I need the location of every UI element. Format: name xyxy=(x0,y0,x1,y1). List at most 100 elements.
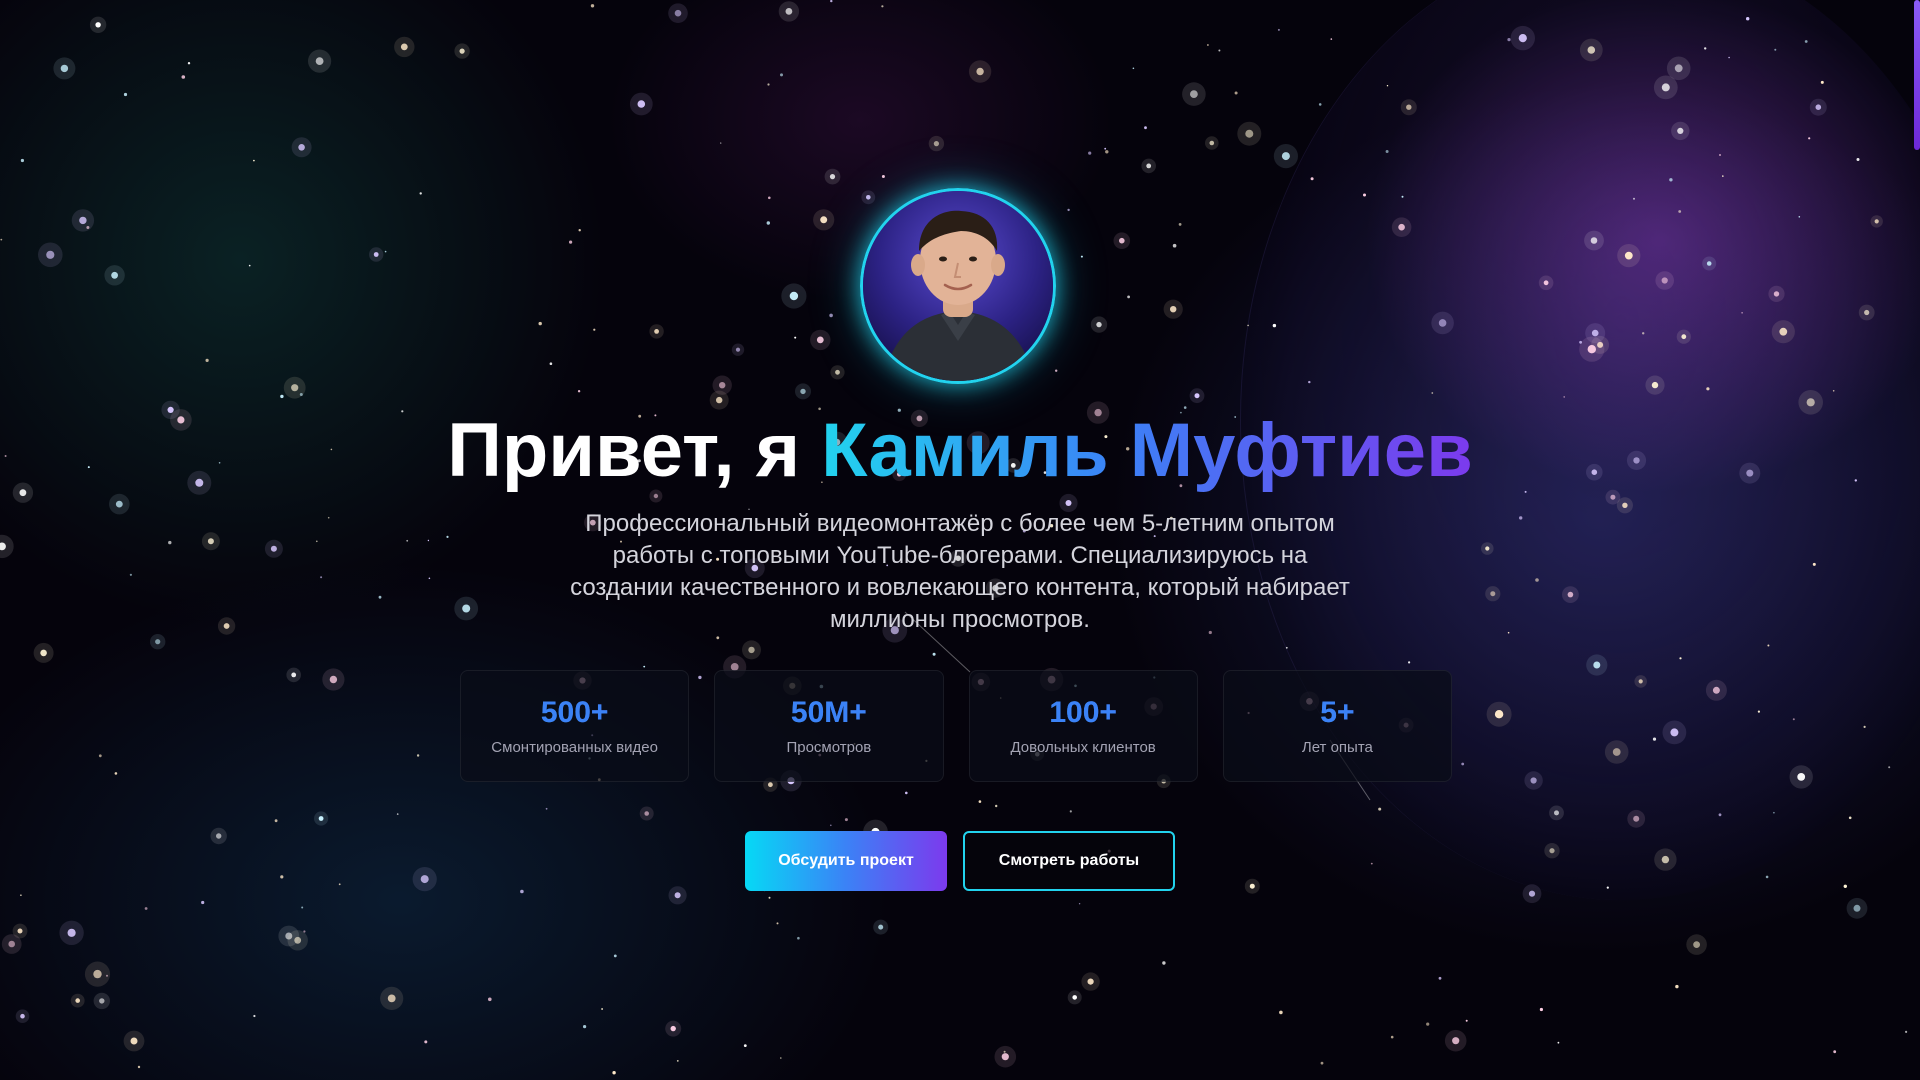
avatar xyxy=(860,188,1056,384)
star xyxy=(881,175,885,178)
star xyxy=(373,252,379,257)
star xyxy=(155,639,161,645)
star xyxy=(1642,332,1645,335)
star xyxy=(569,240,573,244)
star xyxy=(549,362,553,366)
star xyxy=(1281,152,1290,161)
star xyxy=(1385,150,1389,153)
star xyxy=(1207,44,1209,46)
star xyxy=(1591,329,1599,337)
star xyxy=(1438,319,1447,327)
star xyxy=(1072,995,1077,1000)
star xyxy=(545,807,548,810)
star xyxy=(253,1014,256,1018)
star xyxy=(446,535,449,539)
star xyxy=(40,649,47,657)
star xyxy=(1832,390,1835,392)
star xyxy=(1741,312,1743,314)
star xyxy=(1712,686,1720,694)
star xyxy=(1318,103,1322,106)
star xyxy=(1557,1041,1560,1044)
star xyxy=(1590,237,1598,244)
scrollbar-thumb[interactable] xyxy=(1914,0,1920,150)
star xyxy=(976,67,984,76)
star xyxy=(1170,306,1177,313)
star xyxy=(318,816,324,821)
star xyxy=(419,192,422,195)
star xyxy=(1144,126,1147,130)
star xyxy=(1774,48,1777,51)
star xyxy=(1815,104,1822,110)
star xyxy=(1330,38,1333,40)
star xyxy=(46,250,55,259)
star xyxy=(1378,807,1382,811)
star xyxy=(1535,578,1539,582)
star xyxy=(905,791,908,795)
star xyxy=(428,577,431,580)
star xyxy=(1277,28,1280,31)
star xyxy=(248,264,251,267)
star xyxy=(316,540,318,543)
discuss-project-button[interactable]: Обсудить проект xyxy=(745,831,947,891)
star xyxy=(1833,1050,1837,1054)
star xyxy=(406,539,409,542)
star xyxy=(1178,223,1182,226)
star xyxy=(1363,193,1366,197)
star xyxy=(291,384,299,392)
star xyxy=(878,924,884,930)
star xyxy=(1554,810,1559,816)
star xyxy=(20,158,24,163)
star xyxy=(590,4,595,8)
star xyxy=(1863,725,1866,729)
star xyxy=(1245,129,1254,138)
star xyxy=(1218,49,1221,52)
star xyxy=(329,675,338,684)
star xyxy=(416,754,420,757)
star xyxy=(1119,237,1125,244)
star xyxy=(1285,646,1288,649)
star xyxy=(1162,961,1166,965)
star xyxy=(315,57,324,65)
star xyxy=(719,382,726,389)
star xyxy=(835,369,840,375)
star xyxy=(1820,80,1824,84)
star xyxy=(1798,216,1801,218)
star xyxy=(123,92,128,97)
star xyxy=(1530,777,1537,784)
star xyxy=(205,358,209,362)
star xyxy=(1746,17,1750,21)
star xyxy=(1767,644,1770,647)
star xyxy=(207,538,214,545)
star xyxy=(1390,1035,1394,1039)
star xyxy=(1452,1037,1460,1045)
stat-value: 5+ xyxy=(1320,696,1355,729)
star xyxy=(1905,1030,1908,1033)
star xyxy=(1773,811,1775,814)
star xyxy=(866,195,871,200)
star xyxy=(137,1065,141,1069)
star xyxy=(674,892,681,899)
star xyxy=(794,336,797,339)
stat-value: 50M+ xyxy=(790,696,867,729)
star xyxy=(1677,127,1684,134)
star xyxy=(114,772,118,775)
star xyxy=(1490,591,1496,597)
star xyxy=(301,906,304,909)
star xyxy=(716,396,723,404)
star xyxy=(1624,251,1633,260)
star xyxy=(797,936,800,940)
star xyxy=(1888,766,1891,769)
star xyxy=(1779,327,1788,336)
star xyxy=(1065,500,1072,506)
star xyxy=(427,539,430,542)
star xyxy=(1593,661,1601,669)
star xyxy=(768,196,771,200)
view-works-button[interactable]: Смотреть работы xyxy=(963,831,1175,891)
star xyxy=(676,1060,679,1062)
star xyxy=(1080,255,1083,258)
star xyxy=(1706,261,1712,266)
star xyxy=(75,998,80,1003)
star xyxy=(716,636,720,640)
star xyxy=(253,159,255,162)
star xyxy=(829,313,833,318)
